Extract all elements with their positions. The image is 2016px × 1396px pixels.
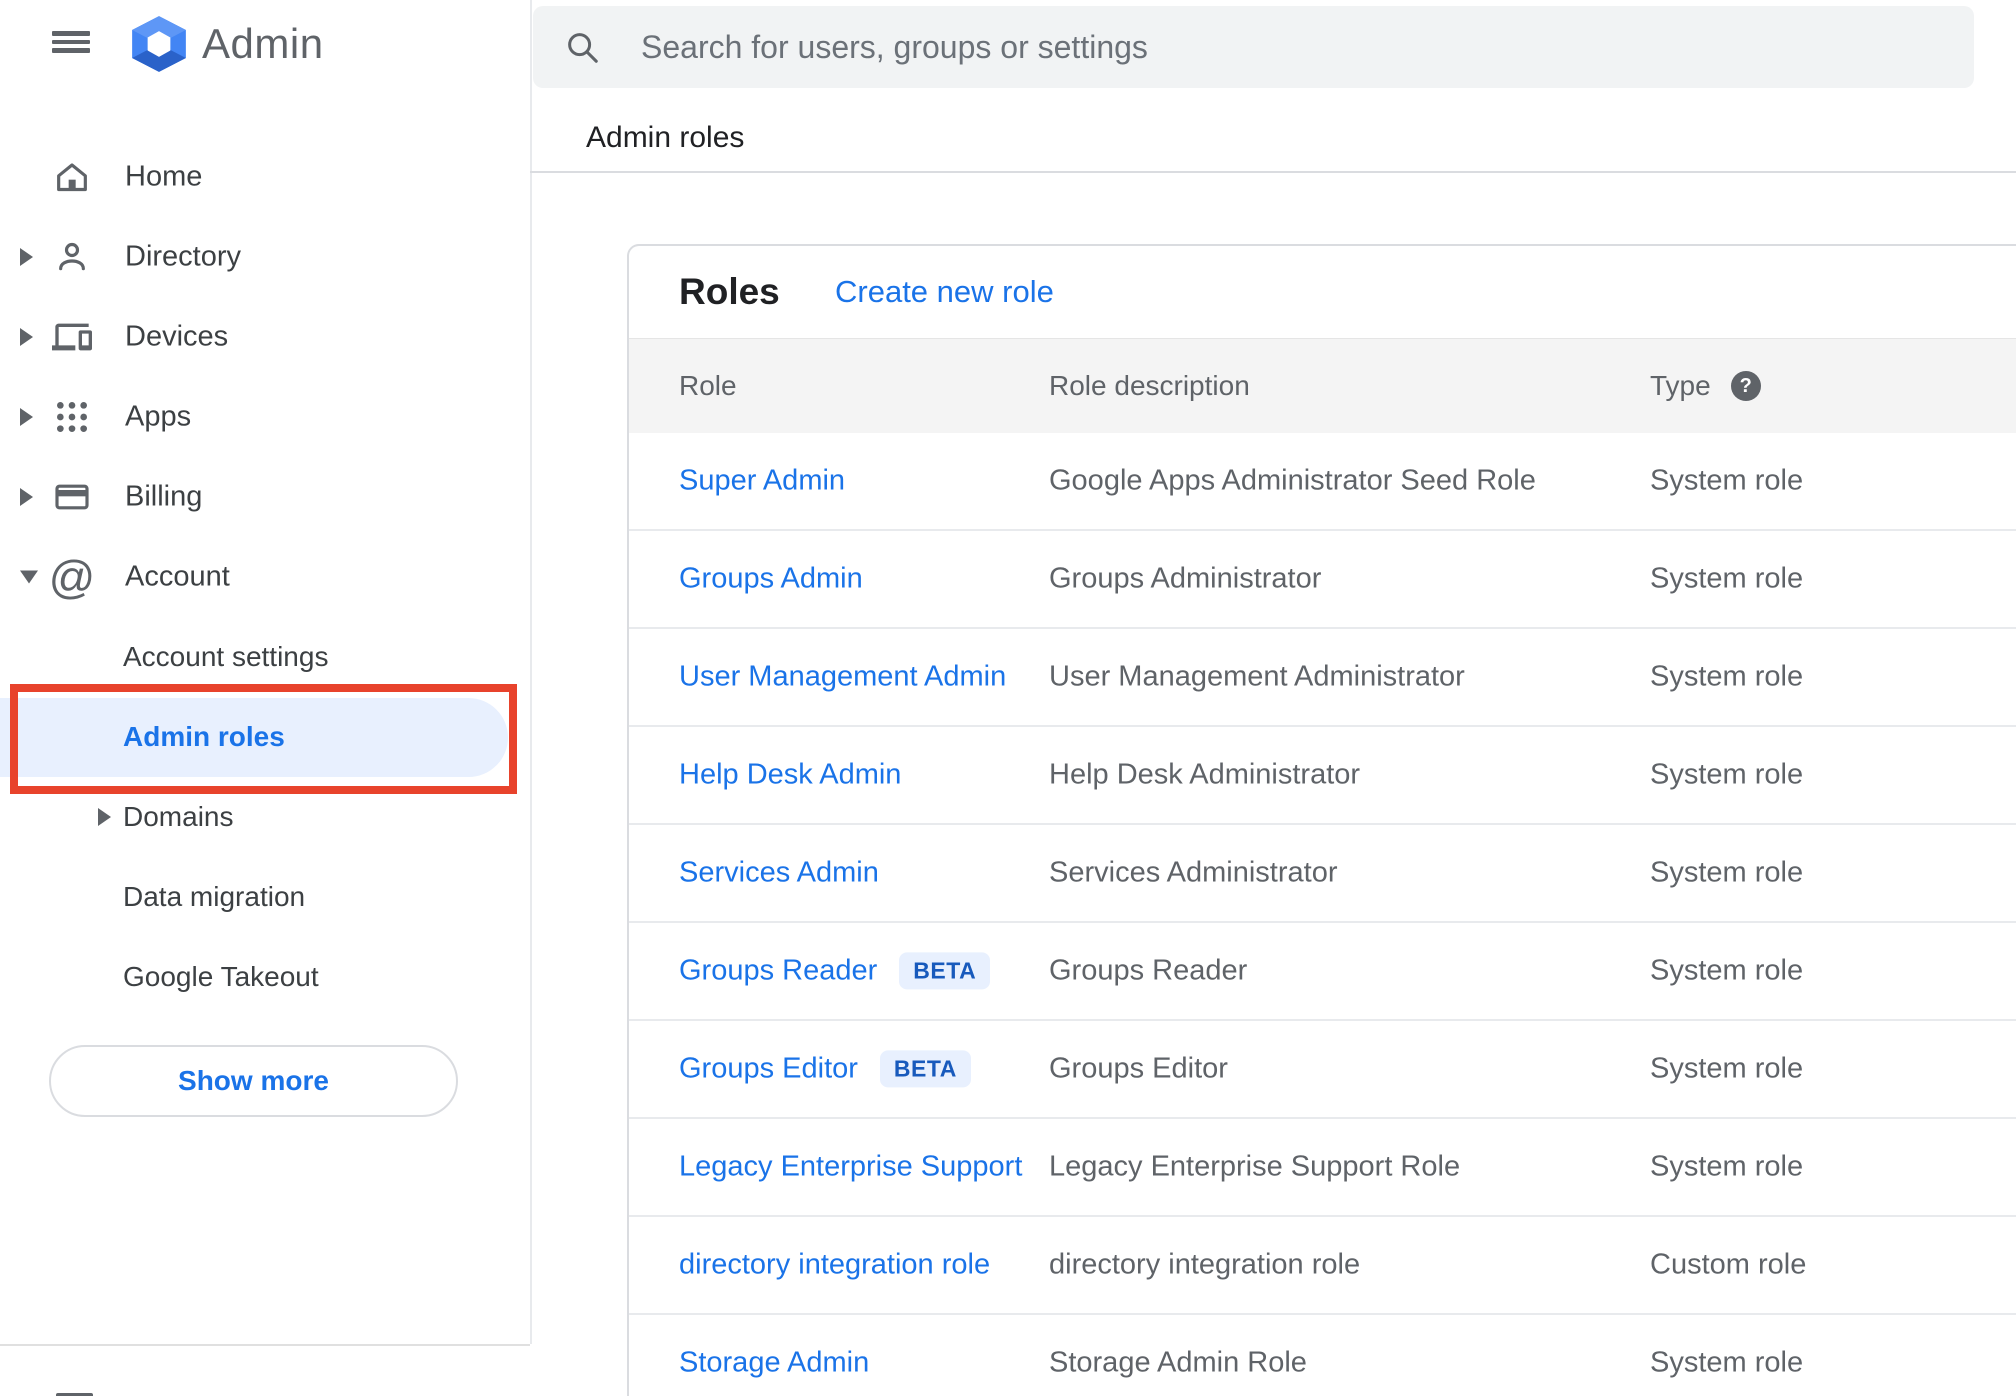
role-link[interactable]: Groups Editor: [679, 1052, 858, 1085]
role-link[interactable]: Services Admin: [679, 857, 879, 890]
role-description: Google Apps Administrator Seed Role: [1049, 464, 1536, 497]
role-link[interactable]: Groups Reader: [679, 954, 877, 987]
role-link[interactable]: Legacy Enterprise Support: [679, 1151, 1022, 1184]
header-divider: [530, 171, 2016, 173]
create-new-role-link[interactable]: Create new role: [835, 274, 1054, 310]
sidebar-item-account[interactable]: @ Account: [0, 537, 528, 617]
role-link[interactable]: Storage Admin: [679, 1347, 869, 1380]
role-link[interactable]: User Management Admin: [679, 661, 1006, 694]
search-bar[interactable]: [533, 6, 1974, 88]
column-header-type: Type ?: [1650, 370, 1761, 402]
apps-grid-icon: [50, 395, 94, 439]
at-sign-icon: @: [48, 551, 96, 603]
role-description: Groups Administrator: [1049, 562, 1322, 595]
show-more-button[interactable]: Show more: [49, 1045, 458, 1117]
role-type: System role: [1650, 562, 1804, 595]
breadcrumb: Admin roles: [586, 121, 745, 154]
sidebar-item-devices[interactable]: Devices: [0, 297, 528, 377]
role-link[interactable]: Help Desk Admin: [679, 759, 901, 792]
search-input[interactable]: [639, 27, 1974, 67]
beta-badge: BETA: [899, 952, 991, 990]
role-type: System role: [1650, 464, 1804, 497]
role-description: directory integration role: [1049, 1248, 1361, 1281]
expand-right-icon[interactable]: [20, 328, 33, 346]
role-type: Custom role: [1650, 1248, 1807, 1281]
role-type: System role: [1650, 660, 1804, 693]
sidebar-item-apps[interactable]: Apps: [0, 377, 528, 457]
sidebar-item-home[interactable]: Home: [0, 137, 528, 217]
table-row: Help Desk Admin Help Desk Administrator …: [629, 727, 2016, 825]
roles-card-header: Roles Create new role: [629, 246, 2016, 338]
devices-icon: [50, 315, 94, 359]
admin-hexagon-logo-icon: [132, 16, 186, 72]
role-type: System role: [1650, 856, 1804, 889]
help-icon[interactable]: ?: [1730, 371, 1761, 401]
card-title: Roles: [679, 271, 780, 312]
role-description: Groups Reader: [1049, 954, 1248, 987]
table-row: Groups Editor BETA Groups Editor System …: [629, 1021, 2016, 1119]
role-link[interactable]: Groups Admin: [679, 563, 863, 596]
expand-down-icon[interactable]: [20, 570, 38, 584]
role-type: System role: [1650, 758, 1804, 791]
role-description: Help Desk Administrator: [1049, 758, 1361, 791]
table-header-row: Role Role description Type ?: [629, 338, 2016, 433]
sidebar-item-billing[interactable]: Billing: [0, 457, 528, 537]
table-row: Storage Admin Storage Admin Role System …: [629, 1315, 2016, 1396]
column-header-role-description: Role description: [1049, 370, 1250, 401]
table-row: User Management Admin User Management Ad…: [629, 629, 2016, 727]
beta-badge: BETA: [879, 1050, 971, 1088]
search-icon: [568, 33, 598, 63]
role-description: User Management Administrator: [1049, 660, 1465, 693]
column-header-role: Role: [679, 370, 737, 401]
table-row: Services Admin Services Administrator Sy…: [629, 825, 2016, 923]
role-type: System role: [1650, 1052, 1804, 1085]
expand-right-icon[interactable]: [98, 808, 111, 826]
roles-card: Roles Create new role Role Role descript…: [627, 244, 2016, 1396]
table-row: Legacy Enterprise Support Legacy Enterpr…: [629, 1119, 2016, 1217]
role-description: Services Administrator: [1049, 856, 1338, 889]
role-type: System role: [1650, 954, 1804, 987]
expand-right-icon[interactable]: [20, 248, 33, 266]
person-icon: [50, 235, 94, 279]
sidebar-item-google-takeout[interactable]: Google Takeout: [0, 937, 528, 1017]
role-description: Legacy Enterprise Support Role: [1049, 1150, 1461, 1183]
role-description: Storage Admin Role: [1049, 1346, 1307, 1379]
app-logo[interactable]: Admin: [128, 14, 324, 74]
expand-right-icon[interactable]: [20, 488, 33, 506]
table-row: directory integration role directory int…: [629, 1217, 2016, 1315]
role-description: Groups Editor: [1049, 1052, 1228, 1085]
sidebar-item-directory[interactable]: Directory: [0, 217, 528, 297]
sidebar-bottom-divider: [0, 1344, 530, 1346]
sidebar-item-data-migration[interactable]: Data migration: [0, 857, 528, 937]
role-link[interactable]: Super Admin: [679, 465, 845, 498]
table-row: Groups Admin Groups Administrator System…: [629, 531, 2016, 629]
credit-card-icon: [50, 475, 94, 519]
role-type: System role: [1650, 1346, 1804, 1379]
expand-right-icon[interactable]: [20, 408, 33, 426]
app-title: Admin: [202, 20, 324, 67]
sidebar: Admin Home Directory Devices Apps Billin…: [0, 0, 532, 1396]
annotation-red-box: [10, 684, 517, 794]
role-type: System role: [1650, 1150, 1804, 1183]
home-icon: [50, 155, 94, 199]
table-row: Groups Reader BETA Groups Reader System …: [629, 923, 2016, 1021]
table-row: Super Admin Google Apps Administrator Se…: [629, 433, 2016, 531]
role-link[interactable]: directory integration role: [679, 1249, 990, 1282]
hamburger-menu-icon[interactable]: [52, 31, 90, 53]
